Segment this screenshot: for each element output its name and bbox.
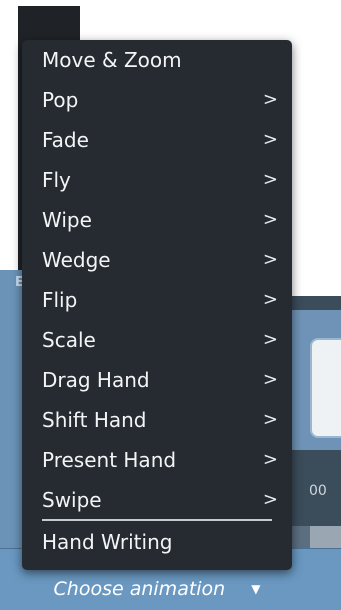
menu-item-swipe[interactable]: Swipe > [22, 482, 292, 518]
menu-item-label: Present Hand [42, 448, 177, 472]
menu-item-label: Move & Zoom [42, 48, 182, 72]
menu-item-shift-hand[interactable]: Shift Hand > [22, 402, 292, 438]
chevron-right-icon: > [262, 289, 278, 310]
chevron-right-icon: > [262, 89, 278, 110]
menu-divider [42, 519, 272, 521]
menu-item-drag-hand[interactable]: Drag Hand > [22, 362, 292, 398]
chevron-right-icon: > [262, 409, 278, 430]
chevron-right-icon: > [262, 209, 278, 230]
menu-item-flip[interactable]: Flip > [22, 282, 292, 318]
menu-item-label: Fly [42, 168, 71, 192]
menu-item-wipe[interactable]: Wipe > [22, 202, 292, 238]
chevron-right-icon: > [262, 449, 278, 470]
menu-item-fade[interactable]: Fade > [22, 122, 292, 158]
background-right-card [310, 338, 341, 438]
background-time-text: 00 [309, 483, 327, 499]
menu-item-label: Swipe [42, 488, 102, 512]
chevron-right-icon: > [262, 169, 278, 190]
chevron-right-icon: > [262, 249, 278, 270]
chevron-right-icon: > [262, 489, 278, 510]
menu-item-label: Wipe [42, 208, 92, 232]
menu-item-label: Fade [42, 128, 89, 152]
chevron-down-icon: ▼ [251, 582, 261, 596]
menu-item-label: Hand Writing [42, 530, 173, 554]
background-timeline-highlight [310, 526, 341, 550]
menu-item-fly[interactable]: Fly > [22, 162, 292, 198]
chevron-right-icon: > [262, 369, 278, 390]
choose-animation-label: Choose animation [53, 578, 226, 600]
menu-item-label: Flip [42, 288, 78, 312]
menu-item-label: Shift Hand [42, 408, 147, 432]
menu-item-pop[interactable]: Pop > [22, 82, 292, 118]
menu-item-wedge[interactable]: Wedge > [22, 242, 292, 278]
menu-item-label: Drag Hand [42, 368, 150, 392]
menu-item-hand-writing[interactable]: Hand Writing [22, 524, 292, 560]
menu-item-label: Pop [42, 88, 79, 112]
menu-item-present-hand[interactable]: Present Hand > [22, 442, 292, 478]
animation-dropdown-menu: Move & Zoom Pop > Fade > Fly > Wipe > We… [22, 40, 292, 570]
chevron-right-icon: > [262, 329, 278, 350]
menu-item-label: Scale [42, 328, 96, 352]
menu-item-scale[interactable]: Scale > [22, 322, 292, 358]
choose-animation-dropdown[interactable]: Choose animation ▼ [22, 571, 292, 607]
menu-item-move-zoom[interactable]: Move & Zoom [22, 42, 292, 78]
menu-item-label: Wedge [42, 248, 111, 272]
chevron-right-icon: > [262, 129, 278, 150]
